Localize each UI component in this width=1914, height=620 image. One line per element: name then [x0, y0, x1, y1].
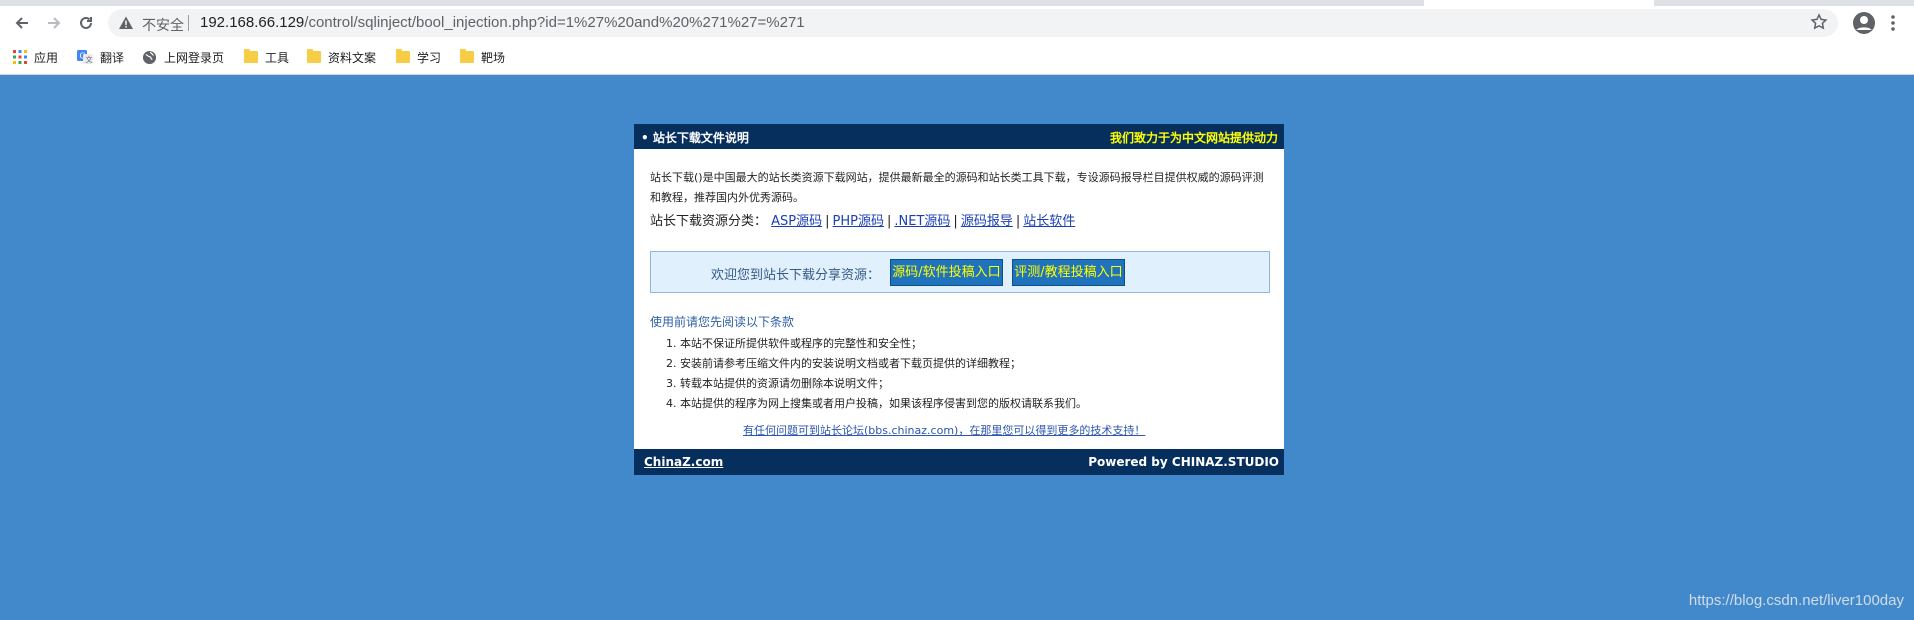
terms-item-number: 3.	[666, 377, 677, 390]
bookmark-label: 资料文案	[328, 50, 377, 65]
panel-slogan: 我们致力于为中文网站提供动力	[1109, 131, 1278, 145]
panel-title: • 站长下载文件说明	[641, 131, 749, 145]
reload-button[interactable]	[73, 10, 99, 36]
bookmark-folder-range[interactable]: 靶场	[460, 47, 505, 67]
globe-icon	[142, 50, 157, 65]
folder-icon	[244, 49, 258, 63]
terms-item-number: 1.	[666, 337, 677, 350]
notice-panel: • 站长下载文件说明 我们致力于为中文网站提供动力 站长下载()是中国最大的站长…	[634, 124, 1284, 475]
link-separator: |	[887, 214, 892, 229]
terms-title: 使用前请您先阅读以下条款	[650, 315, 795, 329]
terms-item: 4. 本站提供的程序为网上搜集或者用户投稿，如果该程序侵害到您的版权请联系我们。	[666, 394, 1087, 414]
account-avatar-icon[interactable]	[1852, 11, 1876, 39]
category-link-dotnet[interactable]: .NET源码	[894, 214, 950, 229]
panel-header: • 站长下载文件说明 我们致力于为中文网站提供动力	[634, 124, 1284, 149]
terms-item: 2. 安装前请参考压缩文件内的安装说明文档或者下载页提供的详细教程；	[666, 354, 1087, 374]
bookmark-label: 应用	[34, 50, 59, 65]
omnibox-divider	[188, 15, 189, 31]
translate-icon: G文	[77, 50, 93, 64]
bookmark-label: 靶场	[481, 50, 506, 65]
submit-source-button[interactable]: 源码/软件投稿入口	[890, 259, 1003, 286]
terms-item-text: 转载本站提供的资源请勿删除本说明文件；	[680, 377, 889, 390]
address-bar[interactable]: 不安全 192.168.66.129/control/sqlinject/boo…	[108, 9, 1838, 37]
terms-item: 1. 本站不保证所提供软件或程序的完整性和安全性；	[666, 334, 1087, 354]
bookmark-apps[interactable]: 应用	[13, 47, 58, 67]
security-label[interactable]: 不安全	[142, 15, 184, 35]
warning-triangle-icon[interactable]	[118, 15, 134, 35]
bookmark-label: 上网登录页	[164, 50, 225, 65]
category-link-report[interactable]: 源码报导	[961, 214, 1013, 229]
bookmark-label: 翻译	[100, 50, 125, 65]
bookmark-star-icon[interactable]	[1810, 13, 1828, 35]
category-links: 站长下载资源分类： ASP源码 | PHP源码 | .NET源码 | 源码报导 | 站长软件	[650, 210, 1075, 229]
category-label: 站长下载资源分类：	[650, 214, 768, 229]
bookmark-login-page[interactable]: 上网登录页	[142, 47, 224, 67]
terms-item-number: 4.	[666, 397, 677, 410]
submit-tutorial-button[interactable]: 评测/教程投稿入口	[1012, 259, 1125, 286]
apps-grid-icon	[13, 50, 27, 64]
forum-link[interactable]: 有任何问题可到站长论坛(bbs.chinaz.com)，在那里您可以得到更多的技…	[743, 422, 1145, 438]
terms-item: 3. 转载本站提供的资源请勿删除本说明文件；	[666, 374, 1087, 394]
folder-icon	[396, 49, 410, 63]
folder-icon	[460, 49, 474, 63]
svg-text:文: 文	[86, 55, 93, 64]
folder-icon	[307, 49, 321, 63]
share-label: 欢迎您到站长下载分享资源：	[711, 268, 881, 283]
terms-item-number: 2.	[666, 357, 677, 370]
back-button[interactable]	[9, 10, 35, 36]
category-link-software[interactable]: 站长软件	[1023, 214, 1075, 229]
terms-item-text: 本站不保证所提供软件或程序的完整性和安全性；	[680, 337, 922, 350]
terms-item-text: 本站提供的程序为网上搜集或者用户投稿，如果该程序侵害到您的版权请联系我们。	[680, 397, 1087, 410]
bookmarks-bar: 应用 G文 翻译 上网登录页 工具 资料文案 学习 靶场	[0, 40, 1914, 75]
footer-powered-by: Powered by CHINAZ.STUDIO	[1088, 455, 1279, 469]
bookmark-folder-tools[interactable]: 工具	[244, 47, 289, 67]
category-link-php[interactable]: PHP源码	[833, 214, 884, 229]
share-box: 欢迎您到站长下载分享资源： 源码/软件投稿入口 评测/教程投稿入口	[650, 251, 1270, 293]
bookmark-folder-docs[interactable]: 资料文案	[307, 47, 376, 67]
watermark-text: https://blog.csdn.net/liver100day	[1688, 592, 1904, 609]
category-link-asp[interactable]: ASP源码	[771, 214, 822, 229]
terms-item-text: 安装前请参考压缩文件内的安装说明文档或者下载页提供的详细教程；	[680, 357, 1021, 370]
url-path: /control/sqlinject/bool_injection.php?id…	[304, 14, 805, 31]
browser-toolbar: 不安全 192.168.66.129/control/sqlinject/boo…	[0, 6, 1914, 40]
arrow-right-icon	[48, 17, 61, 29]
link-separator: |	[1015, 214, 1021, 229]
bookmark-translate[interactable]: G文 翻译	[77, 47, 124, 67]
arrow-left-icon	[15, 17, 28, 29]
link-separator: |	[825, 214, 830, 229]
forward-button[interactable]	[41, 10, 67, 36]
bookmark-label: 工具	[265, 50, 290, 65]
intro-text: 站长下载()是中国最大的站长类资源下载网站，提供最新最全的源码和站长类工具下载，…	[650, 171, 1264, 204]
panel-footer: ChinaZ.com Powered by CHINAZ.STUDIO	[634, 449, 1284, 475]
bookmark-folder-study[interactable]: 学习	[396, 47, 441, 67]
bookmark-label: 学习	[417, 50, 442, 65]
browser-menu-icon[interactable]	[1890, 14, 1896, 36]
reload-icon	[80, 16, 92, 29]
footer-site-link[interactable]: ChinaZ.com	[644, 455, 723, 469]
url-host: 192.168.66.129	[200, 14, 305, 31]
url-text[interactable]: 192.168.66.129/control/sqlinject/bool_in…	[200, 14, 805, 31]
terms-list: 1. 本站不保证所提供软件或程序的完整性和安全性； 2. 安装前请参考压缩文件内的安…	[666, 334, 1087, 414]
link-separator: |	[953, 214, 958, 229]
